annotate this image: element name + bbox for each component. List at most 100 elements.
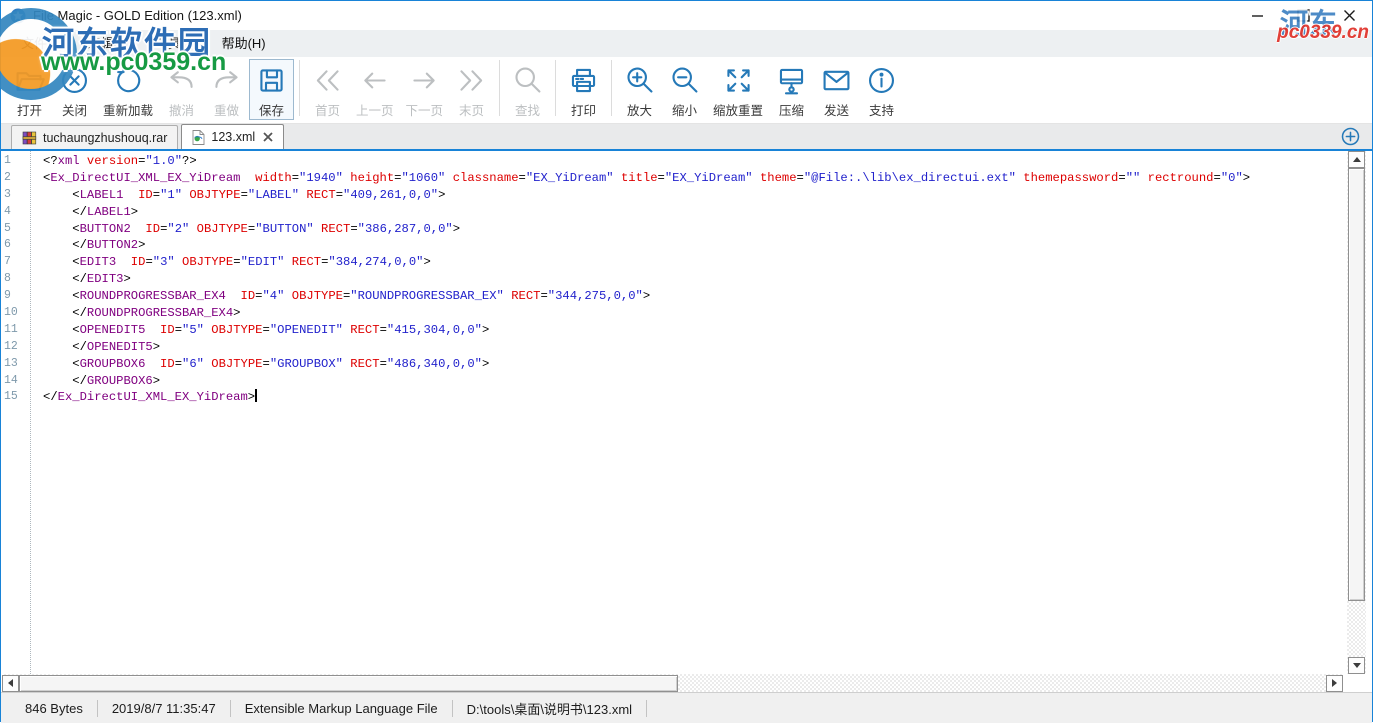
token-pl: > <box>643 289 650 303</box>
toolbar-button-close[interactable]: 关闭 <box>52 59 97 120</box>
token-tag: BUTTON2 <box>80 222 131 236</box>
line-number: 13 <box>1 356 30 373</box>
code-line: </EDIT3> <box>43 271 1346 288</box>
token-pl: > <box>1243 171 1250 185</box>
toolbar-button-find[interactable]: 查找 <box>505 59 550 120</box>
minimize-button[interactable] <box>1234 1 1280 30</box>
token-pl <box>614 171 621 185</box>
text-caret <box>255 389 257 402</box>
toolbar-button-label: 末页 <box>459 100 484 119</box>
print-icon <box>567 61 600 99</box>
hscroll-thumb[interactable] <box>19 675 678 692</box>
token-pl: > <box>453 222 460 236</box>
scroll-left-button[interactable] <box>2 675 19 692</box>
token-val: "1060" <box>401 171 445 185</box>
status-field-2: Extensible Markup Language File <box>231 701 452 716</box>
app-icon <box>10 8 26 24</box>
toolbar-button-reload[interactable]: 重新加载 <box>97 59 159 120</box>
close-button[interactable] <box>1326 1 1372 30</box>
toolbar-button-compress[interactable]: 压缩 <box>769 59 814 120</box>
token-attr: OBJTYPE <box>182 255 233 269</box>
add-tab-button[interactable] <box>1339 125 1362 148</box>
toolbar-button-label: 缩小 <box>672 100 697 119</box>
token-pl: </ <box>43 238 87 252</box>
token-tag: ROUNDPROGRESSBAR_EX4 <box>87 306 233 320</box>
scroll-up-button[interactable] <box>1348 151 1365 168</box>
token-attr: RECT <box>321 222 350 236</box>
vertical-scrollbar <box>1347 151 1366 674</box>
token-tag: OPENEDIT5 <box>87 340 153 354</box>
menu-item-3[interactable]: 帮助(H) <box>210 30 278 57</box>
code-line: </GROUPBOX6> <box>43 373 1346 390</box>
close-circle-icon <box>58 61 91 99</box>
toolbar-button-support[interactable]: 支持 <box>859 59 904 120</box>
toolbar-button-zoom-out[interactable]: 缩小 <box>662 59 707 120</box>
code-line: </BUTTON2> <box>43 237 1346 254</box>
token-pl: <? <box>43 154 58 168</box>
code-area[interactable]: <?xml version="1.0"?><Ex_DirectUI_XML_EX… <box>32 151 1346 674</box>
toolbar-button-next-page[interactable]: 下一页 <box>400 59 450 120</box>
scroll-down-button[interactable] <box>1348 657 1365 674</box>
toolbar-button-redo[interactable]: 重做 <box>204 59 249 120</box>
token-val: "" <box>1126 171 1141 185</box>
compress-icon <box>775 61 808 99</box>
token-val: "OPENEDIT" <box>270 323 343 337</box>
find-icon <box>511 61 544 99</box>
token-pl <box>145 357 160 371</box>
code-line: <Ex_DirectUI_XML_EX_YiDream width="1940"… <box>43 170 1346 187</box>
token-pl: = <box>1118 171 1125 185</box>
token-attr: width <box>255 171 292 185</box>
vscroll-thumb[interactable] <box>1348 168 1365 601</box>
menu-item-1[interactable]: 编辑(E) <box>76 30 143 57</box>
code-line: <ROUNDPROGRESSBAR_EX4 ID="4" OBJTYPE="RO… <box>43 288 1346 305</box>
save-icon <box>255 61 288 99</box>
tab-close-icon[interactable] <box>263 132 273 142</box>
line-number: 7 <box>1 254 30 271</box>
status-separator <box>646 700 647 717</box>
toolbar-button-undo[interactable]: 撤消 <box>159 59 204 120</box>
token-pl: = <box>350 222 357 236</box>
token-pl <box>240 171 255 185</box>
toolbar-button-label: 支持 <box>869 100 894 119</box>
token-attr: OBJTYPE <box>197 222 248 236</box>
token-val: "409,261,0,0" <box>343 188 438 202</box>
menu-bar: 文件(F)编辑(E)工具(T)帮助(H) <box>1 30 1372 57</box>
tab-rar[interactable]: tuchaungzhushouq.rar <box>11 125 178 149</box>
toolbar-button-last-page[interactable]: 末页 <box>449 59 494 120</box>
token-pl: < <box>43 323 80 337</box>
code-line: <?xml version="1.0"?> <box>43 153 1346 170</box>
token-pl: < <box>43 357 80 371</box>
toolbar-button-send[interactable]: 发送 <box>814 59 859 120</box>
toolbar-button-print[interactable]: 打印 <box>561 59 606 120</box>
token-pl <box>314 222 321 236</box>
menu-item-0[interactable]: 文件(F) <box>9 30 76 57</box>
token-pl: = <box>380 357 387 371</box>
toolbar-button-first-page[interactable]: 首页 <box>305 59 350 120</box>
status-field-0: 846 Bytes <box>11 701 97 716</box>
maximize-button[interactable] <box>1280 1 1326 30</box>
line-number: 5 <box>1 221 30 238</box>
token-pl: > <box>233 306 240 320</box>
tab-xml[interactable]: 123.xml <box>181 124 284 149</box>
token-val: "386,287,0,0" <box>358 222 453 236</box>
token-pl: < <box>43 188 80 202</box>
toolbar-button-zoom-reset[interactable]: 缩放重置 <box>707 59 769 120</box>
tab-label: 123.xml <box>211 130 255 144</box>
token-tag: EDIT3 <box>87 272 124 286</box>
zoom-reset-icon <box>722 61 755 99</box>
redo-icon <box>210 61 243 99</box>
token-val: "EDIT" <box>241 255 285 269</box>
token-pl: < <box>43 289 80 303</box>
token-pl: < <box>43 255 80 269</box>
token-tag: EDIT3 <box>80 255 117 269</box>
scroll-right-button[interactable] <box>1326 675 1343 692</box>
toolbar-button-zoom-in[interactable]: 放大 <box>617 59 662 120</box>
toolbar-button-save[interactable]: 保存 <box>249 59 294 120</box>
menu-item-2[interactable]: 工具(T) <box>143 30 210 57</box>
toolbar-button-open[interactable]: 打开 <box>7 59 52 120</box>
token-val: "486,340,0,0" <box>387 357 482 371</box>
toolbar-button-prev-page[interactable]: 上一页 <box>350 59 400 120</box>
token-attr: OBJTYPE <box>292 289 343 303</box>
token-val: "384,274,0,0" <box>328 255 423 269</box>
first-page-icon <box>311 61 344 99</box>
